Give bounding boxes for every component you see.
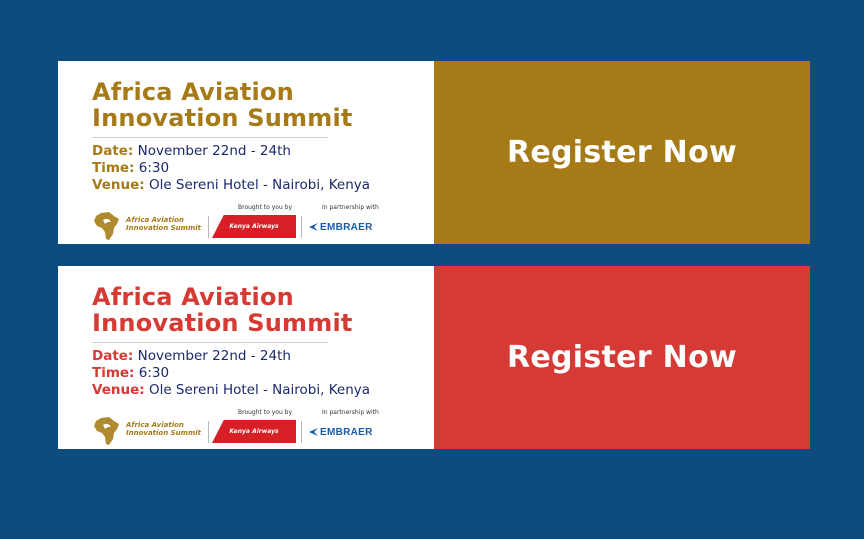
- time-label: Time:: [92, 365, 135, 381]
- title-line-1: Africa Aviation: [92, 78, 294, 106]
- register-now-label: Register Now: [506, 340, 738, 375]
- kenya-airways-name: Kenya Airways: [229, 223, 279, 230]
- banner-info-panel: Africa Aviation Innovation Summit Date: …: [58, 266, 434, 449]
- register-now-button[interactable]: Register Now: [434, 266, 810, 449]
- brought-caption: Brought to you by: [238, 204, 293, 211]
- embraer-logo: EMBRAER: [306, 220, 373, 234]
- register-now-label: Register Now: [506, 135, 738, 170]
- embraer-logo: EMBRAER: [306, 425, 373, 439]
- logo-divider: [301, 216, 302, 238]
- time-row: Time: 6:30: [92, 160, 370, 177]
- venue-value: Ole Sereni Hotel - Nairobi, Kenya: [148, 177, 371, 193]
- venue-label: Venue:: [92, 382, 145, 398]
- partner-caption: In partnership with: [322, 409, 379, 416]
- summit-logo-line-1: Africa Aviation: [126, 421, 184, 429]
- summit-logo-line-2: Innovation Summit: [126, 224, 202, 232]
- summit-logo-text: Africa Aviation Innovation Summit: [126, 216, 201, 232]
- banner-red: Africa Aviation Innovation Summit Date: …: [58, 266, 810, 449]
- banner-gold: Africa Aviation Innovation Summit Date: …: [58, 61, 810, 244]
- summit-logo-line-2: Innovation Summit: [126, 429, 202, 437]
- time-value: 6:30: [138, 160, 170, 176]
- summit-logo-text: Africa Aviation Innovation Summit: [126, 421, 201, 437]
- date-row: Date: November 22nd - 24th: [92, 143, 370, 160]
- title-line-2: Innovation Summit: [92, 309, 353, 337]
- event-details: Date: November 22nd - 24th Time: 6:30 Ve…: [92, 348, 370, 399]
- embraer-name: EMBRAER: [320, 426, 373, 438]
- time-label: Time:: [92, 160, 135, 176]
- venue-label: Venue:: [92, 177, 145, 193]
- title-line-1: Africa Aviation: [92, 283, 294, 311]
- time-row: Time: 6:30: [92, 365, 370, 382]
- partner-caption: In partnership with: [322, 204, 379, 211]
- date-value: November 22nd - 24th: [137, 143, 291, 159]
- kenya-airways-name: Kenya Airways: [229, 428, 279, 435]
- register-now-button[interactable]: Register Now: [434, 61, 810, 244]
- kenya-airways-logo: Kenya Airways: [212, 420, 296, 443]
- time-value: 6:30: [138, 365, 170, 381]
- date-row: Date: November 22nd - 24th: [92, 348, 370, 365]
- africa-map-icon: [94, 212, 119, 240]
- summit-title: Africa Aviation Innovation Summit: [92, 284, 353, 336]
- event-details: Date: November 22nd - 24th Time: 6:30 Ve…: [92, 143, 370, 194]
- summit-logo-line-1: Africa Aviation: [126, 216, 184, 224]
- date-label: Date:: [92, 143, 134, 159]
- embraer-arrow-icon: [309, 223, 318, 231]
- title-divider: [92, 342, 328, 343]
- sponsor-logos: Brought to you by In partnership with Af…: [92, 204, 408, 240]
- title-divider: [92, 137, 328, 138]
- date-label: Date:: [92, 348, 134, 364]
- sponsor-logos: Brought to you by In partnership with Af…: [92, 409, 408, 445]
- logo-divider: [208, 421, 209, 443]
- logo-divider: [301, 421, 302, 443]
- kenya-airways-logo: Kenya Airways: [212, 215, 296, 238]
- title-line-2: Innovation Summit: [92, 104, 353, 132]
- banner-info-panel: Africa Aviation Innovation Summit Date: …: [58, 61, 434, 244]
- africa-map-icon: [94, 417, 119, 445]
- embraer-name: EMBRAER: [320, 221, 373, 233]
- brought-caption: Brought to you by: [238, 409, 293, 416]
- venue-row: Venue: Ole Sereni Hotel - Nairobi, Kenya: [92, 177, 370, 194]
- summit-title: Africa Aviation Innovation Summit: [92, 79, 353, 131]
- embraer-arrow-icon: [309, 428, 318, 436]
- date-value: November 22nd - 24th: [137, 348, 291, 364]
- venue-row: Venue: Ole Sereni Hotel - Nairobi, Kenya: [92, 382, 370, 399]
- venue-value: Ole Sereni Hotel - Nairobi, Kenya: [148, 382, 371, 398]
- logo-divider: [208, 216, 209, 238]
